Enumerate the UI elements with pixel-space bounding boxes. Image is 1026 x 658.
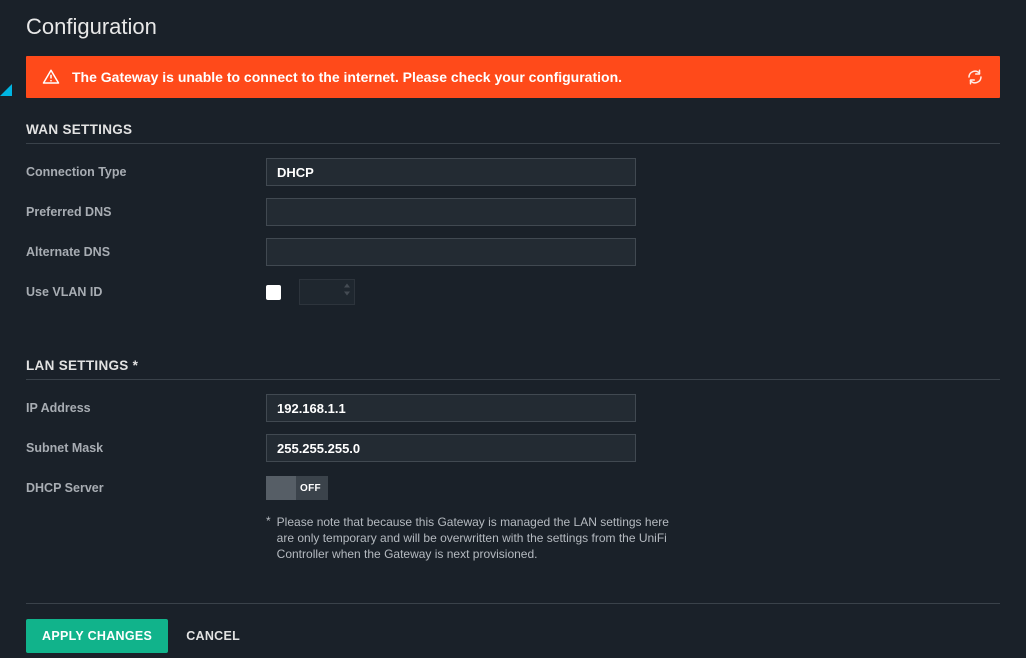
refresh-icon[interactable] bbox=[966, 68, 984, 86]
note-marker: * bbox=[266, 514, 271, 563]
preferred-dns-label: Preferred DNS bbox=[26, 205, 266, 219]
stepper-icon bbox=[343, 283, 351, 302]
alternate-dns-input[interactable] bbox=[266, 238, 636, 266]
alert-banner: The Gateway is unable to connect to the … bbox=[26, 56, 1000, 98]
connection-type-input[interactable] bbox=[266, 158, 636, 186]
dhcp-server-label: DHCP Server bbox=[26, 481, 266, 495]
wan-section-heading: WAN SETTINGS bbox=[26, 122, 1000, 144]
apply-changes-button[interactable]: APPLY CHANGES bbox=[26, 619, 168, 653]
subnet-mask-input[interactable] bbox=[266, 434, 636, 462]
ip-address-label: IP Address bbox=[26, 401, 266, 415]
ip-address-input[interactable] bbox=[266, 394, 636, 422]
use-vlan-checkbox[interactable] bbox=[266, 285, 281, 300]
warning-icon bbox=[42, 68, 60, 86]
page-title: Configuration bbox=[26, 14, 1000, 40]
subnet-mask-label: Subnet Mask bbox=[26, 441, 266, 455]
cancel-button[interactable]: CANCEL bbox=[186, 629, 240, 643]
connection-type-label: Connection Type bbox=[26, 165, 266, 179]
alert-message: The Gateway is unable to connect to the … bbox=[72, 69, 966, 85]
lan-note: Please note that because this Gateway is… bbox=[277, 514, 677, 563]
active-page-indicator bbox=[0, 84, 12, 96]
use-vlan-label: Use VLAN ID bbox=[26, 285, 266, 299]
preferred-dns-input[interactable] bbox=[266, 198, 636, 226]
toggle-knob bbox=[266, 476, 296, 500]
alternate-dns-label: Alternate DNS bbox=[26, 245, 266, 259]
toggle-state-label: OFF bbox=[300, 483, 321, 494]
dhcp-server-toggle[interactable]: OFF bbox=[266, 476, 328, 500]
lan-section-heading: LAN SETTINGS * bbox=[26, 358, 1000, 380]
